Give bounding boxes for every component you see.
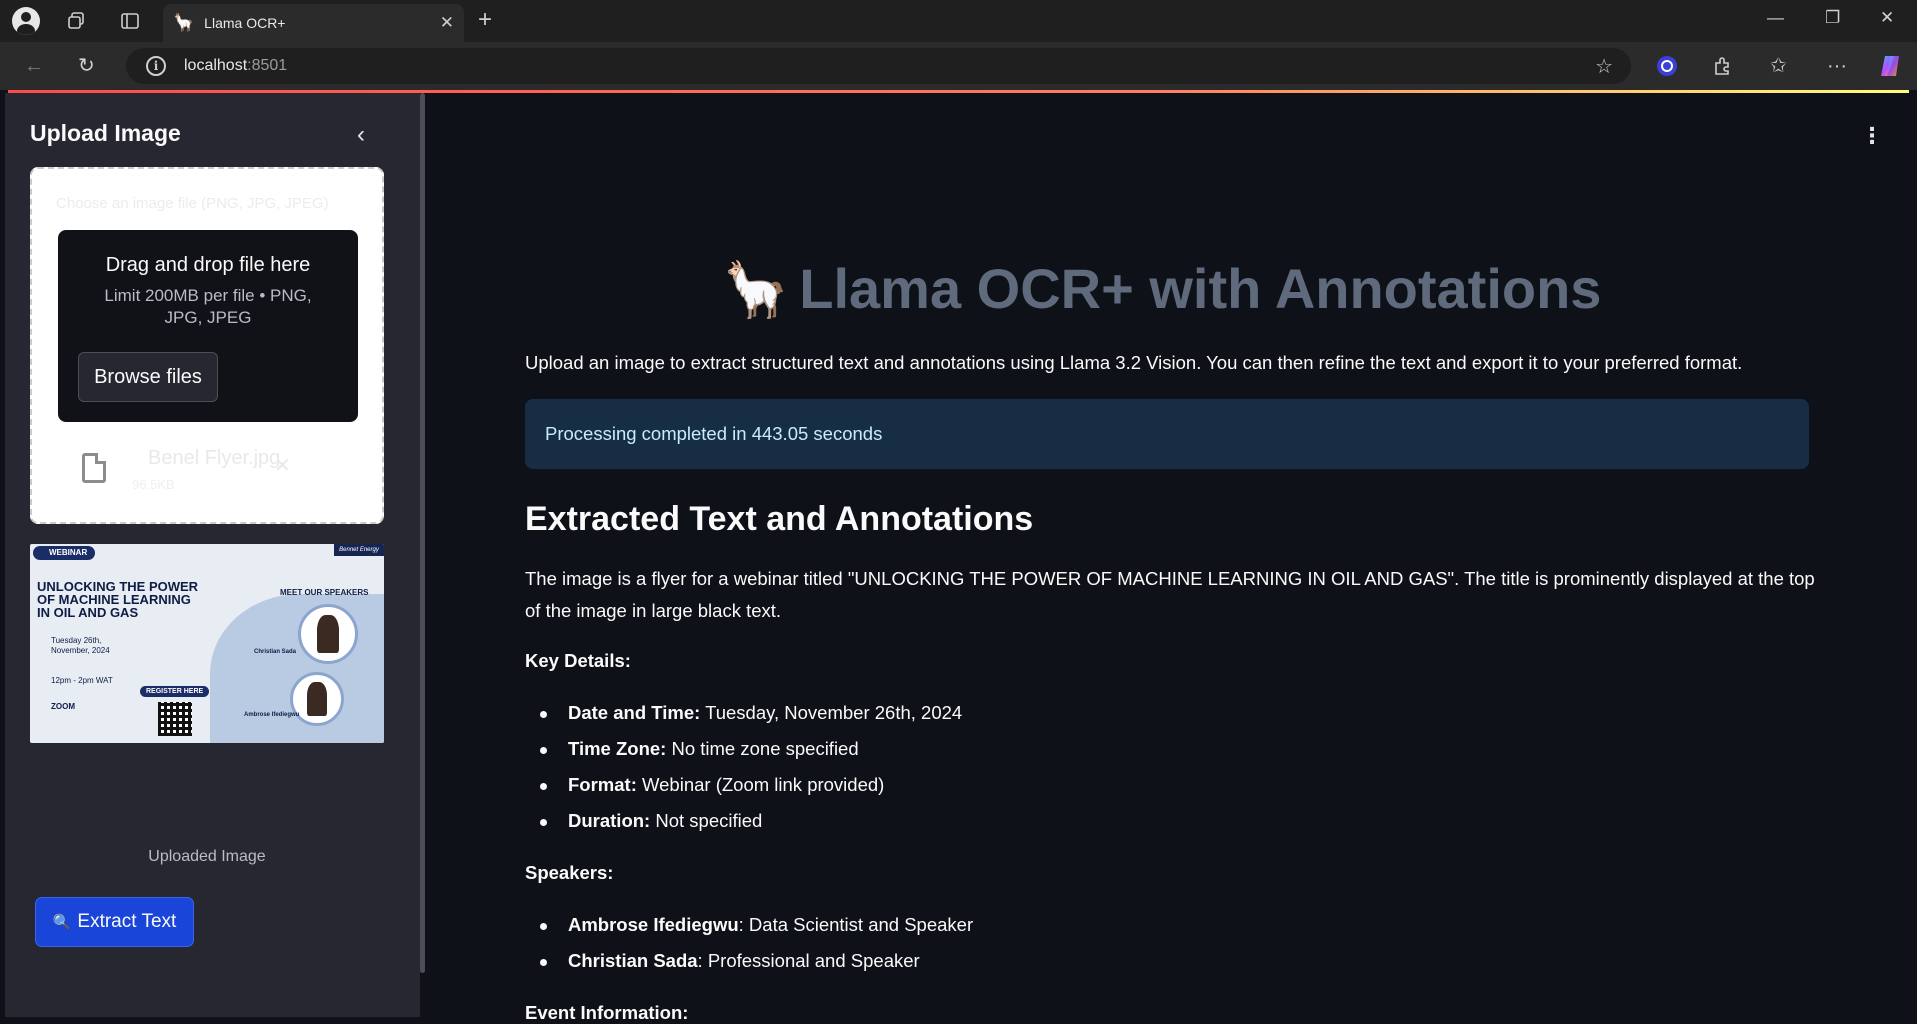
llama-icon: 🦙 (722, 260, 790, 320)
extensions-icon[interactable] (1712, 52, 1734, 85)
list-item: Duration: Not specified (540, 810, 762, 832)
copilot-extension-icon[interactable] (1656, 52, 1678, 85)
llama-favicon-icon: 🦙 (173, 13, 195, 32)
browser-tab-bar: 🦙 Llama OCR+ ✕ + — ❐ ✕ (0, 0, 1917, 42)
meet-speakers-label: MEET OUR SPEAKERS (280, 588, 369, 597)
browser-menu-icon[interactable]: ··· (1827, 52, 1847, 80)
copilot-icon[interactable] (1878, 52, 1904, 87)
brand-logo: Bennet Energy (334, 544, 384, 556)
status-alert: Processing completed in 443.05 seconds (525, 399, 1809, 469)
file-size: 96.5KB (132, 477, 175, 492)
file-icon (82, 453, 106, 483)
site-info-icon[interactable]: i (146, 56, 166, 76)
browser-nav-bar: ← ↻ i localhost:8501 ☆ ✩ ··· (0, 42, 1917, 90)
favorites-icon[interactable]: ✩ (1770, 52, 1787, 80)
address-url: localhost:8501 (184, 57, 288, 74)
list-item: Format: Webinar (Zoom link provided) (540, 774, 884, 796)
new-tab-icon[interactable]: + (478, 8, 492, 32)
main-content (425, 93, 1917, 1017)
browse-files-button[interactable]: Browse files (78, 352, 218, 402)
page-title: 🦙 Llama OCR+ with Annotations (722, 257, 1602, 320)
speakers-label: Speakers: (525, 862, 614, 883)
list-item: Date and Time: Tuesday, November 26th, 2… (540, 702, 962, 724)
browser-tab[interactable]: 🦙 Llama OCR+ ✕ (163, 4, 464, 42)
list-item: Christian Sada: Professional and Speaker (540, 950, 920, 972)
webinar-badge: WEBINAR (33, 546, 96, 560)
section-heading: Extracted Text and Annotations (525, 500, 1034, 538)
window-close-icon[interactable]: ✕ (1880, 8, 1894, 28)
minimize-icon[interactable]: — (1767, 8, 1784, 28)
workspaces-icon[interactable] (62, 7, 90, 35)
list-item: Time Zone: No time zone specified (540, 738, 859, 760)
file-dropzone[interactable]: Drag and drop file here Limit 200MB per … (58, 230, 358, 422)
extract-text-button[interactable]: 🔍 Extract Text (35, 897, 194, 947)
uploader-label: Choose an image file (PNG, JPG, JPEG) (56, 195, 329, 212)
summary-paragraph: The image is a flyer for a webinar title… (525, 568, 1815, 621)
vertical-tabs-icon[interactable] (116, 7, 144, 35)
dropzone-title: Drag and drop file here (105, 254, 311, 276)
extract-text-label: Extract Text (77, 911, 177, 932)
main-menu-icon[interactable]: ⋮ (1861, 125, 1883, 147)
speaker-2-name: Ambrose Ifediegwu (244, 712, 300, 718)
favorite-star-icon[interactable]: ☆ (1595, 54, 1613, 79)
event-information-label: Event Information: (525, 1002, 689, 1023)
uploaded-image-preview: WEBINAR Bennet Energy UNLOCKING THE POWE… (30, 544, 384, 743)
qr-code (158, 702, 192, 736)
magnifier-icon: 🔍 (52, 914, 72, 931)
register-badge: REGISTER HERE (140, 686, 210, 697)
collapse-sidebar-icon[interactable]: ‹ (357, 123, 365, 147)
key-details-label: Key Details: (525, 650, 631, 671)
flyer-date: Tuesday 26th, November, 2024 (51, 636, 110, 655)
remove-file-icon[interactable]: ✕ (274, 453, 291, 478)
speaker-1-name: Christian Sada (254, 649, 297, 655)
address-bar[interactable]: i localhost:8501 ☆ (126, 48, 1631, 84)
dropzone-limit: Limit 200MB per file • PNG, JPG, JPEG (104, 286, 312, 327)
intro-text: Upload an image to extract structured te… (525, 352, 1743, 373)
flyer-headline: UNLOCKING THE POWER OF MACHINE LEARNING … (37, 579, 199, 620)
flyer-venue: ZOOM (51, 702, 75, 711)
flyer-time: 12pm - 2pm WAT (51, 676, 113, 685)
tab-title: Llama OCR+ (204, 15, 286, 31)
speaker-photo-1 (298, 604, 358, 664)
restore-icon[interactable]: ❐ (1825, 8, 1840, 28)
back-icon[interactable]: ← (24, 52, 44, 80)
list-item: Ambrose Ifediegwu: Data Scientist and Sp… (540, 914, 973, 936)
close-tab-icon[interactable]: ✕ (440, 13, 454, 33)
file-name: Benel Flyer.jpg (148, 447, 281, 469)
upload-image-heading: Upload Image (30, 120, 181, 146)
reload-icon[interactable]: ↻ (78, 52, 95, 80)
file-uploader: Choose an image file (PNG, JPG, JPEG) Dr… (30, 167, 384, 524)
uploaded-file-entry: Benel Flyer.jpg 96.5KB ✕ (82, 445, 342, 505)
image-caption: Uploaded Image (148, 848, 266, 865)
profile-icon[interactable] (12, 7, 40, 35)
